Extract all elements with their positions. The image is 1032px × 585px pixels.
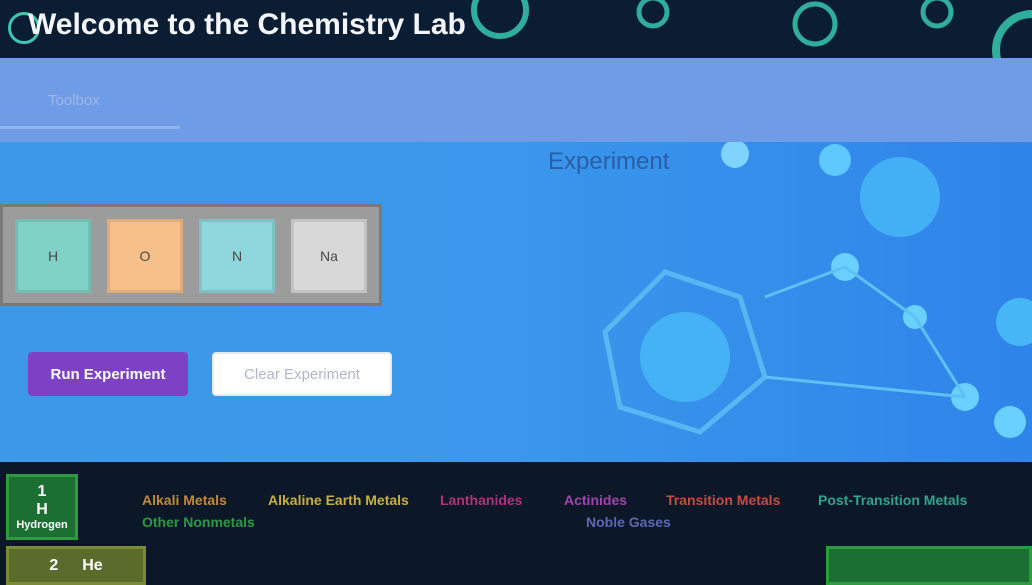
- element-number: 2: [49, 556, 59, 574]
- experiment-tray[interactable]: H O N Na: [0, 204, 382, 306]
- legend-alkali-metals[interactable]: Alkali Metals: [142, 492, 227, 508]
- tray-cell-symbol: H: [47, 248, 59, 264]
- molecule-background-icon: [602, 142, 1032, 438]
- element-name: Hydrogen: [16, 519, 68, 531]
- element-tile-hydrogen[interactable]: 1 H Hydrogen: [6, 474, 78, 540]
- element-row-preview[interactable]: [826, 546, 1032, 585]
- tray-cell-symbol: O: [139, 248, 151, 264]
- tray-cell-3[interactable]: N: [199, 219, 275, 293]
- experiment-panel: Experiment H O N Na Run Experiment Clear…: [0, 142, 1032, 462]
- element-symbol: H: [36, 501, 48, 518]
- tray-cell-4[interactable]: Na: [291, 219, 367, 293]
- tray-cell-1[interactable]: H: [15, 219, 91, 293]
- app-header: Welcome to the Chemistry Lab: [0, 0, 1032, 58]
- page-title: Welcome to the Chemistry Lab: [28, 8, 466, 41]
- legend-other-nonmetals[interactable]: Other Nonmetals: [142, 514, 255, 530]
- legend-transition-metals[interactable]: Transition Metals: [666, 492, 780, 508]
- element-number: 1: [37, 483, 47, 500]
- molecule-decoration-icon: [471, 0, 1032, 58]
- element-symbol: He: [82, 556, 103, 574]
- legend-noble-gases[interactable]: Noble Gases: [586, 514, 671, 530]
- legend-actinides[interactable]: Actinides: [564, 492, 627, 508]
- tray-cell-symbol: N: [231, 248, 243, 264]
- element-tile-helium[interactable]: 2 He: [6, 546, 146, 585]
- run-experiment-button[interactable]: Run Experiment: [28, 352, 188, 396]
- tab-underline: [0, 126, 180, 129]
- legend-alkaline-earth-metals[interactable]: Alkaline Earth Metals: [268, 492, 409, 508]
- clear-experiment-button[interactable]: Clear Experiment: [212, 352, 392, 396]
- tray-cell-2[interactable]: O: [107, 219, 183, 293]
- tray-cell-symbol: Na: [320, 248, 338, 264]
- legend-post-transition-metals[interactable]: Post-Transition Metals: [818, 492, 967, 508]
- element-strip: 1 H Hydrogen 2 He Alkali Metals Alkaline…: [0, 462, 1032, 585]
- legend-lanthanides[interactable]: Lanthanides: [440, 492, 522, 508]
- tab-toolbox[interactable]: Toolbox: [48, 92, 100, 109]
